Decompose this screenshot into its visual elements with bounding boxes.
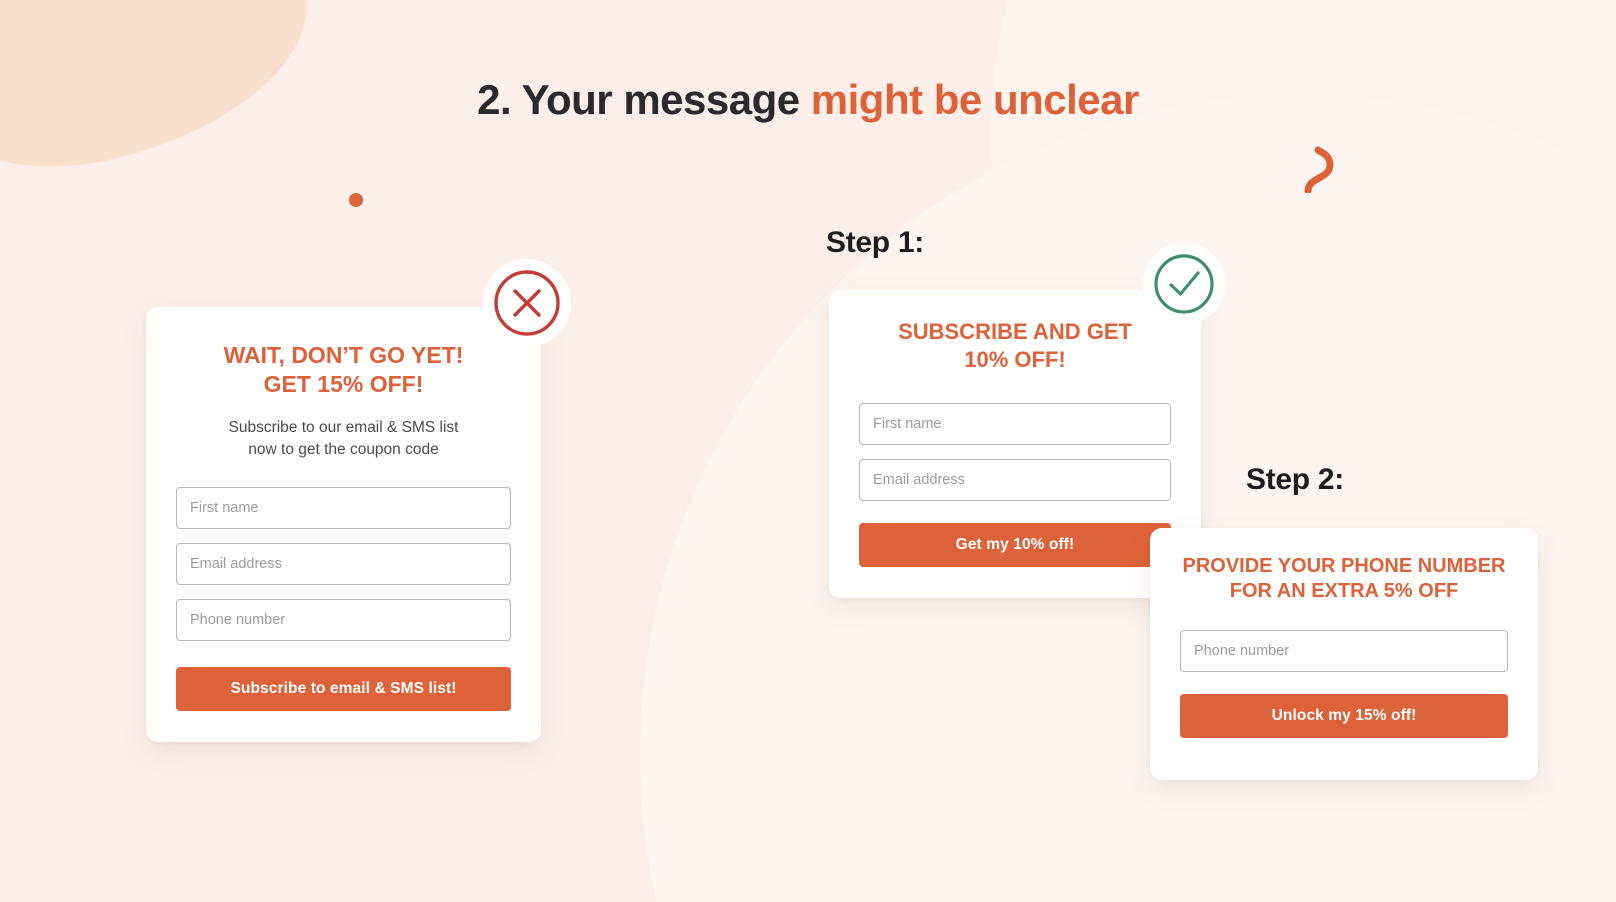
popup-title-line-1: WAIT, DON’T GO YET! [223, 342, 464, 368]
popup-title-step-2: PROVIDE YOUR PHONE NUMBER FOR AN EXTRA 5… [1180, 554, 1508, 604]
popup-title-step-1-line-2: 10% OFF! [964, 346, 1066, 372]
popup-subtitle-bad-example: Subscribe to our email & SMS list now to… [176, 417, 511, 461]
circle-check-icon [1154, 254, 1214, 314]
popup-card-step-1: SUBSCRIBE AND GET 10% OFF! Get my 10% of… [829, 290, 1201, 598]
popup-title-line-2: GET 15% OFF! [263, 370, 424, 397]
get-discount-button-step-1[interactable]: Get my 10% off! [859, 523, 1171, 568]
page-title-accent: might be unclear [810, 76, 1140, 124]
status-badge-error [492, 268, 562, 338]
status-badge-success [1152, 252, 1216, 316]
first-name-input-bad-example[interactable] [176, 486, 511, 529]
unlock-discount-button-step-2[interactable]: Unlock my 15% off! [1180, 694, 1508, 739]
popup-subtitle-line-2: now to get the coupon code [248, 440, 439, 458]
orange-dot-icon [349, 193, 363, 207]
phone-number-input-bad-example[interactable] [176, 598, 511, 641]
popup-subtitle-line-1: Subscribe to our email & SMS list [228, 418, 459, 436]
email-address-input-step-1[interactable] [859, 459, 1171, 502]
popup-title-step-1-line-1: SUBSCRIBE AND GET [898, 319, 1132, 344]
popup-title-step-2-line-1: PROVIDE YOUR PHONE NUMBER [1182, 555, 1506, 577]
popup-card-step-2: PROVIDE YOUR PHONE NUMBER FOR AN EXTRA 5… [1150, 528, 1538, 780]
orange-squiggle-icon [1304, 146, 1334, 193]
step-1-label: Step 1: [826, 226, 924, 259]
popup-title-bad-example: WAIT, DON’T GO YET! GET 15% OFF! [176, 341, 511, 399]
page-title-prefix: 2. Your message [477, 76, 811, 124]
popup-title-step-1: SUBSCRIBE AND GET 10% OFF! [859, 318, 1171, 373]
page-title: 2. Your message might be unclear [0, 76, 1616, 124]
step-2-label: Step 2: [1246, 463, 1344, 496]
circle-x-icon [494, 270, 560, 336]
subscribe-button-bad-example[interactable]: Subscribe to email & SMS list! [176, 666, 511, 711]
phone-number-input-step-2[interactable] [1180, 630, 1508, 673]
popup-title-step-2-line-2: FOR AN EXTRA 5% OFF [1229, 580, 1459, 603]
popup-card-bad-example: WAIT, DON’T GO YET! GET 15% OFF! Subscri… [146, 307, 541, 742]
email-address-input-bad-example[interactable] [176, 542, 511, 585]
first-name-input-step-1[interactable] [859, 403, 1171, 446]
